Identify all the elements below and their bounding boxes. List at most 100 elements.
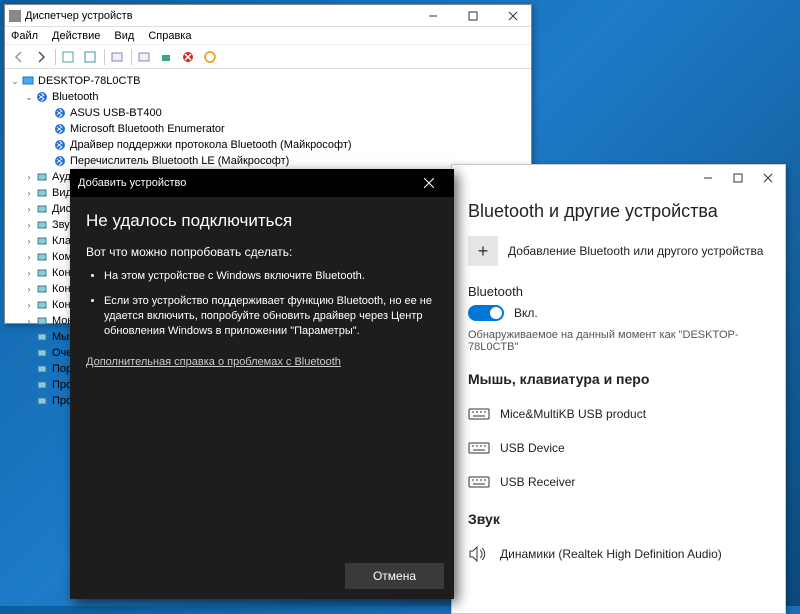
toolbar-icon[interactable] (80, 47, 100, 67)
bluetooth-section-label: Bluetooth (468, 284, 769, 299)
device-category-icon (35, 186, 49, 200)
menu-view[interactable]: Вид (114, 30, 134, 42)
device-category-icon (35, 170, 49, 184)
disable-icon[interactable] (178, 47, 198, 67)
expand-icon[interactable]: › (23, 204, 35, 214)
keyboard-icon (468, 406, 490, 422)
menu-action[interactable]: Действие (52, 30, 100, 42)
expand-icon[interactable]: › (23, 316, 35, 326)
dialog-suggestion-list: На этом устройстве с Windows включите Bl… (104, 269, 438, 338)
bluetooth-icon (53, 106, 67, 120)
close-button[interactable] (753, 166, 783, 190)
sound-heading: Звук (468, 511, 769, 527)
device-item-label: USB Device (500, 441, 565, 455)
expand-icon[interactable]: › (23, 236, 35, 246)
devmgr-toolbar (5, 45, 531, 69)
minimize-button[interactable] (693, 166, 723, 190)
bluetooth-state: Вкл. (514, 306, 538, 320)
menu-help[interactable]: Справка (148, 30, 191, 42)
collapse-icon[interactable]: ⌄ (23, 92, 35, 103)
toolbar-icon[interactable] (200, 47, 220, 67)
device-category-icon (35, 346, 49, 360)
collapse-icon[interactable]: ⌄ (9, 76, 21, 87)
devmgr-title-text: Диспетчер устройств (25, 10, 133, 22)
toolbar-icon[interactable] (58, 47, 78, 67)
tree-item-label: Перечислитель Bluetooth LE (Майкрософт) (70, 155, 289, 167)
toolbar-icon[interactable] (134, 47, 154, 67)
device-item-label: USB Receiver (500, 475, 575, 489)
keyboard-icon (468, 440, 490, 456)
device-category-icon (35, 314, 49, 328)
device-item[interactable]: USB Receiver (468, 465, 769, 499)
computer-icon (21, 74, 35, 88)
dialog-heading: Не удалось подключиться (86, 211, 438, 231)
tree-item-label: ASUS USB-BT400 (70, 107, 162, 119)
expand-icon[interactable]: › (23, 172, 35, 182)
add-device-button[interactable]: + Добавление Bluetooth или другого устро… (468, 236, 769, 266)
help-link[interactable]: Дополнительная справка о проблемах с Blu… (86, 356, 341, 368)
maximize-button[interactable] (723, 166, 753, 190)
tree-item-label: Microsoft Bluetooth Enumerator (70, 123, 225, 135)
device-item[interactable]: Динамики (Realtek High Definition Audio) (468, 537, 769, 571)
expand-icon[interactable]: › (23, 284, 35, 294)
maximize-button[interactable] (459, 7, 487, 25)
device-category-icon (35, 218, 49, 232)
device-category-icon (35, 362, 49, 376)
device-category-icon (35, 330, 49, 344)
devmgr-menubar: Файл Действие Вид Справка (5, 27, 531, 45)
expand-icon[interactable]: › (23, 300, 35, 310)
dialog-subtext: Вот что можно попробовать сделать: (86, 245, 438, 259)
expand-icon[interactable]: › (23, 220, 35, 230)
close-button[interactable] (412, 169, 446, 197)
device-category-icon (35, 234, 49, 248)
expand-icon[interactable]: › (23, 252, 35, 262)
dialog-suggestion-item: Если это устройство поддерживает функцию… (104, 294, 438, 339)
forward-button[interactable] (31, 47, 51, 67)
expand-icon[interactable]: › (23, 348, 35, 358)
dialog-suggestion-item: На этом устройстве с Windows включите Bl… (104, 269, 438, 284)
bluetooth-icon (53, 154, 67, 168)
tree-bluetooth-device[interactable]: Microsoft Bluetooth Enumerator (7, 121, 529, 137)
dialog-titlebar[interactable]: Добавить устройство (70, 169, 454, 197)
tree-bluetooth[interactable]: ⌄ Bluetooth (7, 89, 529, 105)
expand-icon[interactable]: › (23, 268, 35, 278)
device-item[interactable]: USB Device (468, 431, 769, 465)
device-item[interactable]: Mice&MultiKB USB product (468, 397, 769, 431)
cancel-button[interactable]: Отмена (345, 563, 444, 589)
toolbar-icon[interactable] (107, 47, 127, 67)
device-category-icon (35, 202, 49, 216)
device-category-icon (35, 298, 49, 312)
settings-titlebar[interactable] (452, 165, 785, 191)
settings-window: Bluetooth и другие устройства + Добавлен… (451, 164, 786, 614)
device-category-icon (35, 378, 49, 392)
device-item-label: Mice&MultiKB USB product (500, 407, 646, 421)
devmgr-titlebar[interactable]: Диспетчер устройств (5, 5, 531, 27)
device-category-icon (35, 266, 49, 280)
expand-icon[interactable]: › (23, 396, 35, 406)
devmgr-icon (9, 10, 21, 22)
tree-bluetooth-device[interactable]: Драйвер поддержки протокола Bluetooth (М… (7, 137, 529, 153)
bluetooth-icon (53, 138, 67, 152)
tree-root-label: DESKTOP-78L0CTB (38, 75, 141, 87)
expand-icon[interactable]: › (23, 188, 35, 198)
close-button[interactable] (499, 7, 527, 25)
speaker-icon (468, 546, 490, 562)
expand-icon[interactable]: › (23, 380, 35, 390)
keyboard-icon (468, 474, 490, 490)
bluetooth-toggle[interactable] (468, 305, 504, 321)
back-button[interactable] (9, 47, 29, 67)
settings-heading: Bluetooth и другие устройства (468, 201, 769, 222)
expand-icon[interactable]: › (23, 332, 35, 342)
expand-icon[interactable]: › (23, 364, 35, 374)
minimize-button[interactable] (419, 7, 447, 25)
tree-bluetooth-device[interactable]: ASUS USB-BT400 (7, 105, 529, 121)
tree-root[interactable]: ⌄ DESKTOP-78L0CTB (7, 73, 529, 89)
add-device-label: Добавление Bluetooth или другого устройс… (508, 244, 763, 258)
device-category-icon (35, 250, 49, 264)
scan-hardware-icon[interactable] (156, 47, 176, 67)
mouse-heading: Мышь, клавиатура и перо (468, 371, 769, 387)
bluetooth-icon (53, 122, 67, 136)
menu-file[interactable]: Файл (11, 30, 38, 42)
dialog-title-text: Добавить устройство (78, 177, 186, 189)
bluetooth-icon (35, 90, 49, 104)
